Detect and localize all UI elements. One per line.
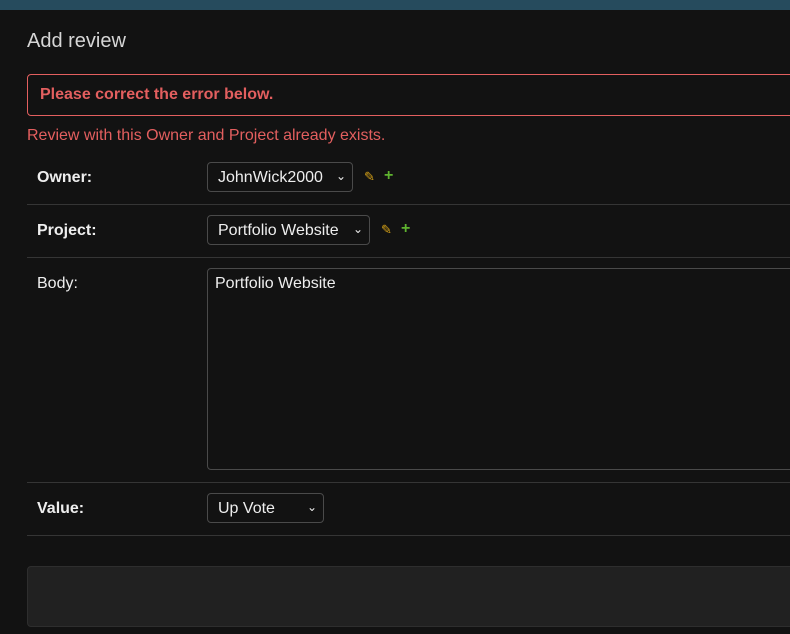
form-row-body: Body: Portfolio Website (27, 258, 790, 483)
form-row-owner: Owner: JohnWick2000 ⌄ ✎ + (27, 151, 790, 205)
plus-icon[interactable]: + (401, 220, 410, 238)
value-select-value: Up Vote (218, 500, 275, 517)
form-row-value: Value: Up Vote ⌄ (27, 483, 790, 536)
body-textarea[interactable]: Portfolio Website (207, 268, 790, 470)
owner-label: Owner: (37, 169, 93, 186)
submit-row (27, 566, 790, 627)
chevron-down-icon: ⌄ (352, 222, 363, 236)
project-select[interactable]: Portfolio Website ⌄ (207, 215, 370, 245)
form-row-project: Project: Portfolio Website ⌄ ✎ + (27, 205, 790, 258)
chevron-down-icon: ⌄ (335, 169, 346, 183)
owner-select[interactable]: JohnWick2000 ⌄ (207, 162, 353, 192)
page-title: Add review (27, 30, 126, 52)
pencil-icon[interactable]: ✎ (364, 169, 375, 185)
header-bar (0, 0, 790, 10)
project-label: Project: (37, 222, 97, 239)
body-label: Body: (37, 275, 78, 292)
project-select-value: Portfolio Website (218, 222, 339, 239)
value-select[interactable]: Up Vote ⌄ (207, 493, 324, 523)
value-label: Value: (37, 500, 85, 517)
error-note: Please correct the error below. (27, 74, 790, 116)
chevron-down-icon: ⌄ (306, 500, 317, 514)
owner-select-value: JohnWick2000 (218, 169, 323, 186)
plus-icon[interactable]: + (384, 167, 393, 185)
nonfield-error: Review with this Owner and Project alrea… (27, 127, 386, 144)
pencil-icon[interactable]: ✎ (381, 222, 392, 238)
